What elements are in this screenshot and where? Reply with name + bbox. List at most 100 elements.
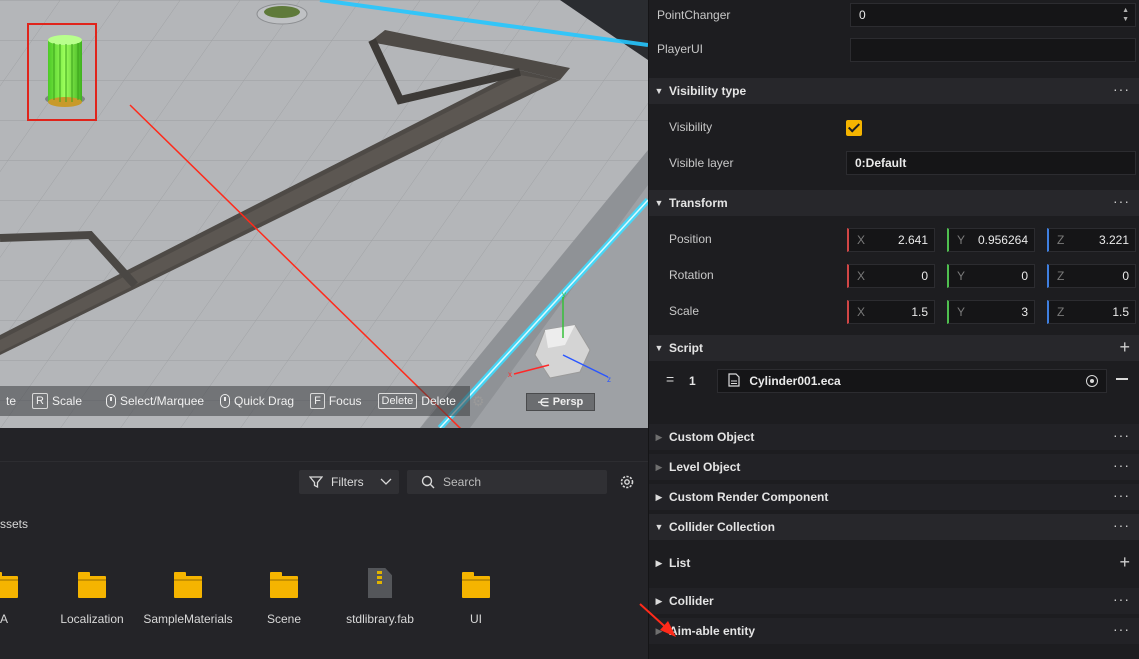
asset-item[interactable]: Localization: [44, 570, 140, 626]
visible-layer-select[interactable]: 0:Default: [846, 151, 1136, 175]
level-object-section-header[interactable]: ▶ Level Object ···: [649, 454, 1139, 480]
point-changer-row: PointChanger 0 ▲ ▼: [649, 0, 1139, 34]
select-marquee-label: Select/Marquee: [120, 394, 205, 408]
position-y-value: 0.956264: [977, 233, 1028, 247]
axis-y-label: Y: [957, 233, 966, 247]
folder-icon: [78, 572, 106, 598]
position-y-field[interactable]: Y 0.956264: [947, 228, 1035, 252]
filters-button[interactable]: Filters: [299, 470, 399, 494]
script-file-field[interactable]: Cylinder001.eca: [717, 369, 1107, 393]
focus-label: Focus: [328, 394, 362, 408]
perspective-toggle-button[interactable]: ⋲ Persp: [526, 393, 595, 411]
collapsed-arrow-icon: ▶: [655, 625, 663, 636]
transform-section-header[interactable]: ▼ Transform ···: [649, 190, 1139, 216]
rotate-tool[interactable]: te: [0, 386, 26, 416]
folder-icon: [270, 572, 298, 598]
position-z-field[interactable]: Z 3.221: [1047, 228, 1136, 252]
expanded-arrow-icon: ▼: [654, 522, 664, 532]
visibility-checkbox[interactable]: [846, 120, 862, 136]
collapsed-arrow-icon: ▶: [655, 595, 663, 606]
collider-collection-section-header[interactable]: ▼ Collider Collection ···: [649, 514, 1139, 540]
axis-x-label: X: [857, 305, 866, 319]
scale-x-field[interactable]: X 1.5: [847, 300, 935, 324]
custom-render-title: Custom Render Component: [669, 490, 829, 504]
object-picker-icon[interactable]: [1086, 375, 1098, 387]
focus-tool[interactable]: F Focus: [304, 386, 371, 416]
rotation-z-field[interactable]: Z 0: [1047, 264, 1136, 288]
svg-text:x: x: [508, 370, 512, 379]
collider-collection-title: Collider Collection: [669, 520, 776, 534]
asset-item-label: SampleMaterials: [143, 612, 233, 626]
more-options-icon[interactable]: ···: [1113, 82, 1130, 96]
viewport-toolbar: te R Scale Select/Marquee Quick Drag F F…: [0, 386, 485, 416]
drag-handle-icon[interactable]: =: [666, 371, 674, 387]
gear-icon[interactable]: [618, 473, 636, 491]
collider-section-header[interactable]: ▶ Collider ···: [649, 588, 1139, 614]
aimable-entity-section-header[interactable]: ▶ Aim-able entity ···: [649, 618, 1139, 644]
list-section-header[interactable]: ▶ List +: [649, 550, 1139, 576]
mouse-middle-icon: [220, 394, 231, 408]
asset-item[interactable]: stdlibrary.fab: [332, 568, 428, 626]
position-label: Position: [669, 232, 712, 246]
asset-item-label: UI: [470, 612, 482, 626]
scale-x-value: 1.5: [911, 305, 928, 319]
script-section-header[interactable]: ▼ Script +: [649, 335, 1139, 361]
more-options-icon[interactable]: ···: [1113, 622, 1130, 636]
delete-label: Delete: [421, 394, 456, 408]
point-changer-label: PointChanger: [657, 8, 731, 22]
rotation-x-value: 0: [921, 269, 928, 283]
more-options-icon[interactable]: ···: [1113, 518, 1130, 532]
axis-z-label: Z: [1057, 233, 1065, 247]
visibility-type-section-header[interactable]: ▼ Visibility type ···: [649, 78, 1139, 104]
mouse-left-icon: [106, 394, 116, 408]
position-x-field[interactable]: X 2.641: [847, 228, 935, 252]
asset-search-input[interactable]: Search: [407, 470, 607, 494]
visible-layer-row: Visible layer 0:Default: [649, 146, 1139, 180]
search-placeholder: Search: [443, 475, 482, 489]
scene-viewport[interactable]: y z x te R Scale Select/Marquee Quick Dr…: [0, 0, 648, 428]
search-icon: [421, 475, 435, 489]
rotation-row: Rotation X 0 Y 0 Z 0: [649, 258, 1139, 292]
collapsed-arrow-icon: ▶: [655, 461, 663, 472]
more-options-icon[interactable]: ···: [1113, 428, 1130, 442]
scale-tool[interactable]: R Scale: [26, 386, 92, 416]
collapsed-arrow-icon: ▶: [655, 491, 663, 502]
visibility-type-title: Visibility type: [669, 84, 747, 98]
aimable-entity-title: Aim-able entity: [669, 624, 756, 638]
rotation-y-field[interactable]: Y 0: [947, 264, 1035, 288]
stepper-arrows-icon[interactable]: ▲ ▼: [1122, 6, 1129, 24]
scale-shortcut-key: R: [32, 393, 48, 409]
scale-z-field[interactable]: Z 1.5: [1047, 300, 1136, 324]
svg-text:z: z: [607, 375, 611, 384]
expanded-arrow-icon: ▼: [654, 343, 664, 353]
more-options-icon[interactable]: ···: [1113, 592, 1130, 606]
select-marquee-tool[interactable]: Select/Marquee: [100, 386, 214, 416]
delete-tool[interactable]: Delete Delete: [372, 386, 466, 416]
scale-label: Scale: [669, 304, 700, 318]
custom-render-section-header[interactable]: ▶ Custom Render Component ···: [649, 484, 1139, 510]
chevron-down-icon: [380, 478, 392, 485]
axis-x-label: X: [857, 233, 866, 247]
more-options-icon[interactable]: ···: [1113, 488, 1130, 502]
asset-item[interactable]: SampleMaterials: [140, 570, 236, 626]
script-title: Script: [669, 341, 704, 355]
rotation-x-field[interactable]: X 0: [847, 264, 935, 288]
add-script-icon[interactable]: +: [1119, 338, 1130, 356]
remove-script-icon[interactable]: [1116, 378, 1128, 380]
asset-item[interactable]: UI: [428, 570, 524, 626]
asset-item[interactable]: Scene: [236, 570, 332, 626]
scale-y-field[interactable]: Y 3: [947, 300, 1035, 324]
asset-path-breadcrumb[interactable]: ssets: [0, 517, 28, 531]
more-options-icon[interactable]: ···: [1113, 458, 1130, 472]
more-options-icon[interactable]: ···: [1113, 194, 1130, 208]
rotation-label: Rotation: [669, 268, 714, 282]
custom-object-section-header[interactable]: ▶ Custom Object ···: [649, 424, 1139, 450]
point-changer-field[interactable]: 0 ▲ ▼: [850, 3, 1136, 27]
visibility-row: Visibility: [649, 110, 1139, 144]
add-list-item-icon[interactable]: +: [1119, 553, 1130, 571]
player-ui-field[interactable]: [850, 38, 1136, 62]
quick-drag-tool[interactable]: Quick Drag: [214, 386, 304, 416]
level-object-title: Level Object: [669, 460, 741, 474]
axis-x-label: X: [857, 269, 866, 283]
toolbar-settings-icon[interactable]: ⚙: [472, 393, 485, 410]
